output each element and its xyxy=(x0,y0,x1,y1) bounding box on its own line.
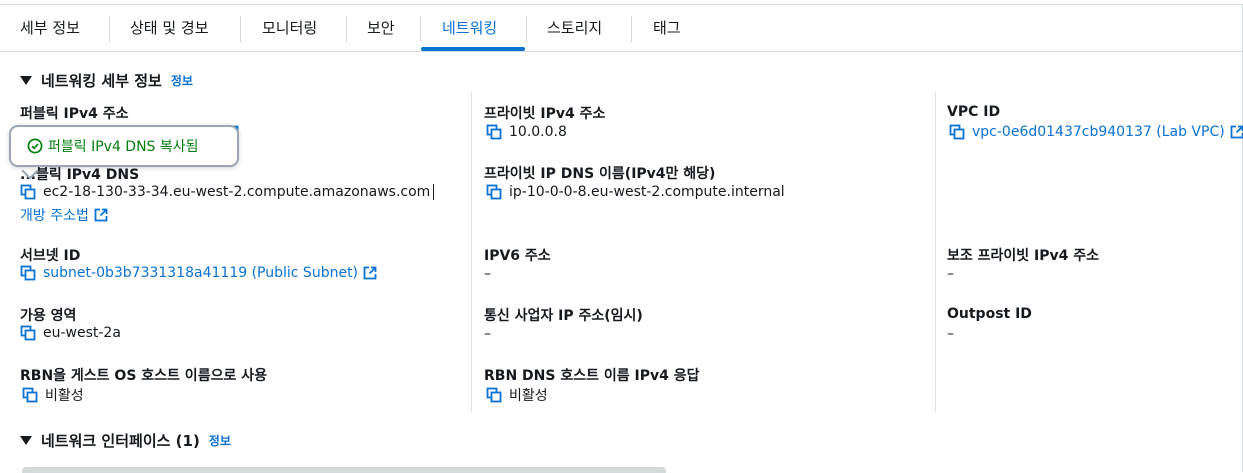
column-divider xyxy=(935,92,936,412)
tab-security[interactable]: 보안 xyxy=(367,5,395,51)
tooltip-text: 퍼블릭 IPv4 DNS 복사됨 xyxy=(48,139,199,155)
tab-tags[interactable]: 태그 xyxy=(653,5,681,51)
secondary-private-ipv4-value: – xyxy=(947,266,954,282)
table-container-edge xyxy=(22,467,666,473)
tab-separator xyxy=(240,16,241,42)
tab-details[interactable]: 세부 정보 xyxy=(20,5,80,51)
tab-separator xyxy=(346,16,347,42)
info-link[interactable]: 정보 xyxy=(171,72,193,89)
rbn-dns-response-text: 비활성 xyxy=(509,388,548,404)
private-ip-dns-text: ip-10-0-0-8.eu-west-2.compute.internal xyxy=(509,184,785,200)
tab-networking[interactable]: 네트워킹 xyxy=(442,5,497,51)
tab-separator xyxy=(420,16,421,42)
copy-icon[interactable] xyxy=(20,184,36,200)
tab-separator xyxy=(526,16,527,42)
section-title: 네트워크 인터페이스 (1) xyxy=(41,432,200,450)
external-link-icon[interactable] xyxy=(363,266,377,280)
external-link-icon[interactable] xyxy=(1230,125,1243,139)
copy-icon[interactable] xyxy=(486,184,502,200)
public-ipv4-label: 퍼블릭 IPv4 주소 xyxy=(20,106,129,122)
text-cursor xyxy=(433,184,435,200)
rbn-guest-os-value: 비활성 xyxy=(22,385,84,405)
public-ipv4-dns-value: ec2-18-130-33-34.eu-west-2.compute.amazo… xyxy=(20,184,435,200)
rbn-guest-os-label: RBN을 게스트 OS 호스트 이름으로 사용 xyxy=(20,368,267,384)
check-circle-icon xyxy=(27,138,43,154)
availability-zone-value: eu-west-2a xyxy=(20,325,121,341)
subnet-id-link[interactable]: subnet-0b3b7331318a41119 (Public Subnet) xyxy=(43,265,358,281)
tab-monitoring[interactable]: 모니터링 xyxy=(262,5,317,51)
public-dns-text: ec2-18-130-33-34.eu-west-2.compute.amazo… xyxy=(43,184,431,200)
tab-bar: 세부 정보 상태 및 경보 모니터링 보안 네트워킹 스토리지 태그 xyxy=(0,5,1243,52)
outpost-id-label: Outpost ID xyxy=(947,306,1032,322)
vpc-id-label: VPC ID xyxy=(947,104,1001,120)
network-interfaces-header[interactable]: 네트워크 인터페이스 (1) 정보 xyxy=(20,430,231,451)
external-link-icon[interactable] xyxy=(94,208,108,222)
copied-tooltip: 퍼블릭 IPv4 DNS 복사됨 xyxy=(9,125,239,167)
tab-separator xyxy=(109,16,110,42)
public-ipv4-dns-label: ...블릭 IPv4 DNS xyxy=(20,167,140,183)
vpc-id-link[interactable]: vpc-0e6d01437cb940137 (Lab VPC) xyxy=(972,124,1225,140)
copy-icon[interactable] xyxy=(486,387,502,403)
rbn-dns-response-label: RBN DNS 호스트 이름 IPv4 응답 xyxy=(484,368,700,384)
secondary-private-ipv4-label: 보조 프라이빗 IPv4 주소 xyxy=(947,248,1099,264)
private-ipv4-text: 10.0.0.8 xyxy=(509,124,567,140)
active-tab-indicator xyxy=(421,47,525,51)
private-ip-dns-value: ip-10-0-0-8.eu-west-2.compute.internal xyxy=(486,184,785,200)
availability-zone-label: 가용 영역 xyxy=(20,308,77,324)
tab-storage[interactable]: 스토리지 xyxy=(547,5,602,51)
carrier-ip-value: – xyxy=(484,326,491,342)
carrier-ip-label: 통신 사업자 IP 주소(임시) xyxy=(484,308,643,324)
caret-down-icon xyxy=(20,76,32,85)
ipv6-value: – xyxy=(484,266,491,282)
rbn-dns-response-value: 비활성 xyxy=(486,385,548,405)
rbn-guest-os-text: 비활성 xyxy=(45,388,84,404)
info-link[interactable]: 정보 xyxy=(209,432,231,449)
open-address-link[interactable]: 개방 주소법 xyxy=(20,205,108,225)
copy-icon[interactable] xyxy=(486,124,502,140)
private-ipv4-label: 프라이빗 IPv4 주소 xyxy=(484,106,606,122)
caret-down-icon xyxy=(20,436,32,445)
copy-icon[interactable] xyxy=(22,387,38,403)
tab-separator xyxy=(631,16,632,42)
private-ip-dns-label: 프라이빗 IP DNS 이름(IPv4만 해당) xyxy=(484,166,716,182)
availability-zone-text: eu-west-2a xyxy=(43,325,121,341)
open-address-text[interactable]: 개방 주소법 xyxy=(20,205,89,225)
networking-details-header[interactable]: 네트워킹 세부 정보 정보 xyxy=(20,70,193,91)
ipv6-label: IPV6 주소 xyxy=(484,248,551,264)
private-ipv4-value: 10.0.0.8 xyxy=(486,124,567,140)
copy-icon[interactable] xyxy=(20,325,36,341)
tab-status-alarms[interactable]: 상태 및 경보 xyxy=(130,5,209,51)
copy-icon[interactable] xyxy=(949,124,965,140)
subnet-id-value: subnet-0b3b7331318a41119 (Public Subnet) xyxy=(20,265,377,281)
section-title: 네트워킹 세부 정보 xyxy=(41,72,162,90)
copy-icon[interactable] xyxy=(20,265,36,281)
subnet-id-label: 서브넷 ID xyxy=(20,248,81,264)
column-divider xyxy=(471,92,472,412)
vpc-id-value: vpc-0e6d01437cb940137 (Lab VPC) xyxy=(949,124,1243,140)
outpost-id-value: – xyxy=(947,326,954,342)
